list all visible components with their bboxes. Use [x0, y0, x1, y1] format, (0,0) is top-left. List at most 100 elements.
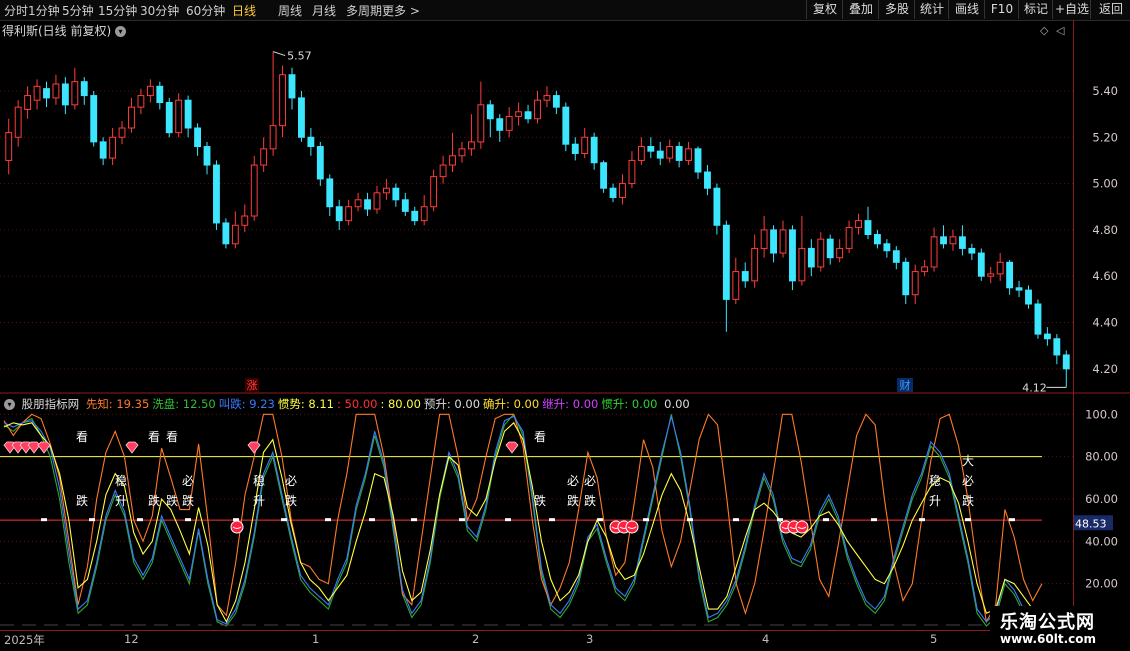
dash-marker: [185, 518, 191, 522]
dash-marker: [687, 518, 693, 522]
signal-text: 看: [148, 430, 160, 444]
indicator-tick-label: 100.0: [1085, 407, 1118, 421]
candle-body: [1034, 303, 1042, 335]
candle-body: [467, 141, 475, 150]
signal-text: 跌: [962, 493, 974, 508]
indicator-lines: 48.53: [0, 413, 1113, 627]
candle-body: [90, 95, 98, 143]
price-axis-labels: 5.40 5.20 5.00 4.80 4.60 4.40 4.20: [1092, 84, 1118, 376]
candle-body: [798, 247, 806, 282]
candle-body: [335, 206, 343, 222]
date-label: 1: [312, 632, 320, 646]
legend-item-10: 0.00: [660, 397, 690, 411]
candle-body: [722, 224, 730, 300]
candle-body: [458, 148, 466, 157]
signal-text: 升: [115, 494, 127, 508]
dash-marker: [41, 518, 47, 522]
candle-body: [496, 118, 504, 131]
dash-marker: [325, 518, 331, 522]
signal-text: 必: [285, 474, 297, 488]
current-value-label: 48.53: [1075, 517, 1107, 530]
indicator-tick-label: 80.00: [1085, 450, 1118, 464]
dash-marker: [1009, 518, 1015, 522]
candle-body: [194, 127, 201, 148]
candle-body: [118, 127, 126, 138]
gem-icon: [27, 441, 41, 454]
price-candles: 5.57 4.12 涨 财: [5, 50, 1070, 394]
candle-body: [958, 236, 966, 249]
candle-body: [222, 222, 230, 245]
candle-body: [449, 155, 456, 166]
candle-body: [609, 187, 617, 198]
candle-body: [175, 99, 183, 134]
dash-marker: [777, 518, 783, 522]
candle-body: [505, 115, 513, 131]
signal-text: 稳: [929, 473, 941, 488]
dash-marker: [549, 518, 555, 522]
indicator-dropdown-icon[interactable]: ▾: [4, 399, 15, 410]
gem-icon: [247, 441, 261, 454]
candle-body: [789, 229, 796, 282]
candle-body: [571, 143, 579, 154]
candle-body: [883, 243, 891, 252]
candle-body: [874, 234, 881, 245]
price-tick-label: 5.40: [1092, 84, 1118, 98]
candle-body: [279, 74, 286, 127]
candle-body: [146, 85, 154, 97]
indicator-signals: 看看看看跌稳升跌跌必跌稳升必跌 跌必跌必跌稳升大必跌: [3, 430, 1015, 534]
price-tick-label: 4.60: [1092, 269, 1118, 283]
date-label: 4: [762, 632, 770, 646]
candle-body: [590, 136, 598, 164]
dash-marker: [919, 518, 925, 522]
candle-body: [543, 95, 551, 101]
date-label: 2025年: [4, 633, 45, 647]
indicator-name[interactable]: 股朋指标网: [22, 397, 80, 411]
ball-icon: [625, 520, 639, 534]
dash-marker: [411, 518, 417, 522]
candle-body: [430, 176, 438, 208]
indicator-tick-label: 40.00: [1085, 534, 1118, 548]
signal-text: 必: [584, 474, 596, 488]
candle-body: [184, 99, 192, 129]
legend-item-8: 继升: 0.00: [542, 397, 599, 411]
candle-body: [401, 199, 409, 212]
signal-text: 稳: [253, 473, 265, 488]
candle-body: [364, 199, 371, 210]
candle-body: [930, 236, 938, 268]
candle-body: [628, 159, 636, 185]
candle-body: [80, 81, 88, 97]
candle-body: [316, 146, 324, 180]
candle-body: [439, 164, 447, 178]
dash-marker: [233, 518, 239, 522]
signal-text: 跌: [285, 493, 297, 508]
candle-body: [892, 250, 900, 263]
candle-body: [24, 95, 32, 110]
candle-body: [137, 95, 145, 108]
candle-body: [996, 261, 1004, 275]
candle-body: [817, 238, 825, 268]
zhang-marker: 涨: [247, 379, 258, 392]
candle-body: [977, 252, 985, 277]
candle-body: [71, 81, 79, 106]
signal-text: 稳: [115, 473, 127, 488]
watermark-title: 乐淘公式网: [1000, 612, 1095, 633]
candle-body: [33, 85, 41, 101]
candle-body: [675, 146, 683, 161]
candle-body: [345, 206, 353, 222]
candle-body: [562, 106, 570, 145]
candle-body: [732, 271, 740, 300]
signal-text: 升: [253, 494, 265, 508]
candle-body: [600, 162, 608, 189]
candle-body: [826, 238, 834, 259]
gem-icon: [125, 441, 139, 454]
candle-body: [5, 132, 13, 161]
signal-text: 必: [182, 474, 194, 488]
signal-text: 跌: [76, 493, 88, 508]
candle-body: [298, 97, 305, 138]
candle-body: [43, 88, 50, 99]
candle-body: [99, 141, 107, 159]
price-tick-label: 5.20: [1092, 130, 1118, 144]
signal-text: 跌: [534, 493, 546, 508]
candle-body: [269, 125, 277, 150]
indicator-legend: ▾ 股朋指标网 先知: 19.35 洗盘: 12.50 叫跌: 9.23 惯势: 8.…: [4, 396, 693, 412]
